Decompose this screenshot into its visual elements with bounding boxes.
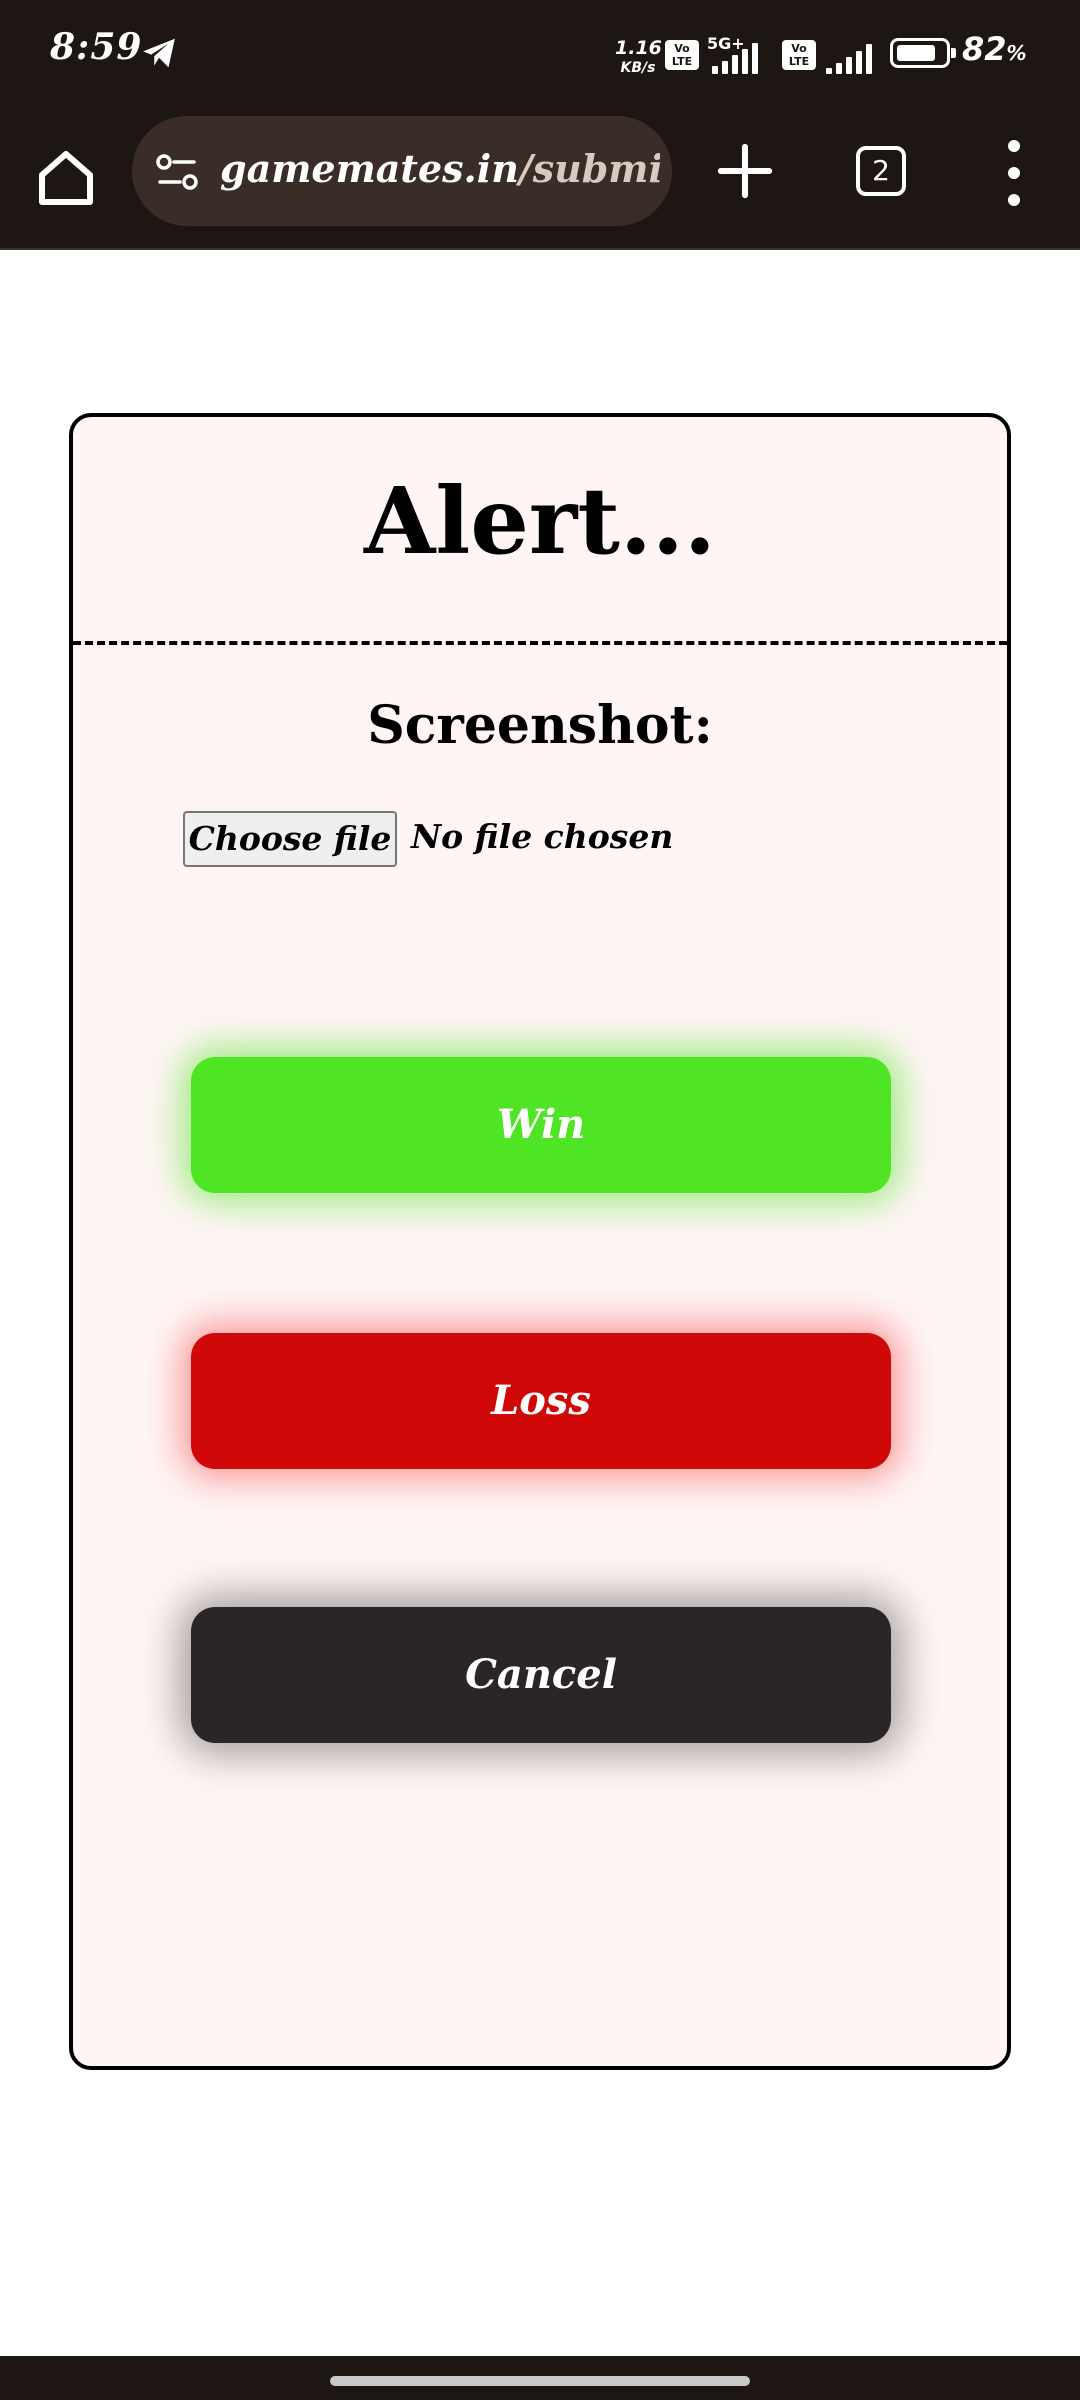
address-bar[interactable]: gamemates.in/submit_ <box>132 116 672 226</box>
battery-percent: 82% <box>962 30 1027 68</box>
net-speed: 1.16 KB/s <box>615 37 662 78</box>
home-icon[interactable] <box>30 142 102 214</box>
win-button[interactable]: Win <box>191 1057 891 1193</box>
screenshot-label: Screenshot: <box>367 695 713 756</box>
url-path: /submit_ <box>518 146 660 191</box>
signal-icon <box>712 40 772 74</box>
plus-icon[interactable] <box>716 142 774 200</box>
modal-divider <box>73 641 1007 645</box>
tabs-icon[interactable]: 2 <box>856 146 906 196</box>
signal-icon <box>826 40 878 74</box>
battery-fill <box>897 45 935 61</box>
telegram-icon <box>143 38 175 68</box>
browser-toolbar: gamemates.in/submit_ 2 <box>0 108 1080 250</box>
url-domain: gamemates.in <box>220 146 519 191</box>
home-indicator[interactable] <box>330 2376 750 2386</box>
volte-badge-sim1: Vo LTE <box>665 40 699 70</box>
menu-icon[interactable] <box>998 140 1030 206</box>
battery-percent-value: 82 <box>962 30 1007 68</box>
loss-button[interactable]: Loss <box>191 1333 891 1469</box>
modal-title: Alert... <box>364 467 716 575</box>
phone-screen: 8:59 1.16 KB/s Vo LTE 5G+ Vo LTE 82% gam… <box>0 0 1080 2400</box>
file-status-text: No file chosen <box>411 817 674 856</box>
net-speed-unit: KB/s <box>620 60 656 76</box>
url-text[interactable]: gamemates.in/submit_ <box>220 146 660 191</box>
volte-badge-sim2: Vo LTE <box>782 40 816 70</box>
status-time: 8:59 <box>50 26 143 68</box>
choose-file-button[interactable]: Choose file <box>183 811 397 867</box>
site-settings-icon[interactable] <box>154 152 202 192</box>
navigation-bar <box>0 2356 1080 2400</box>
battery-icon <box>890 38 956 68</box>
alert-modal: Alert... Screenshot: Choose file No file… <box>69 413 1011 2070</box>
battery-percent-unit: % <box>1006 41 1027 65</box>
net-speed-value: 1.16 <box>615 37 662 59</box>
status-bar: 8:59 1.16 KB/s Vo LTE 5G+ Vo LTE 82% <box>0 0 1080 108</box>
cancel-button[interactable]: Cancel <box>191 1607 891 1743</box>
